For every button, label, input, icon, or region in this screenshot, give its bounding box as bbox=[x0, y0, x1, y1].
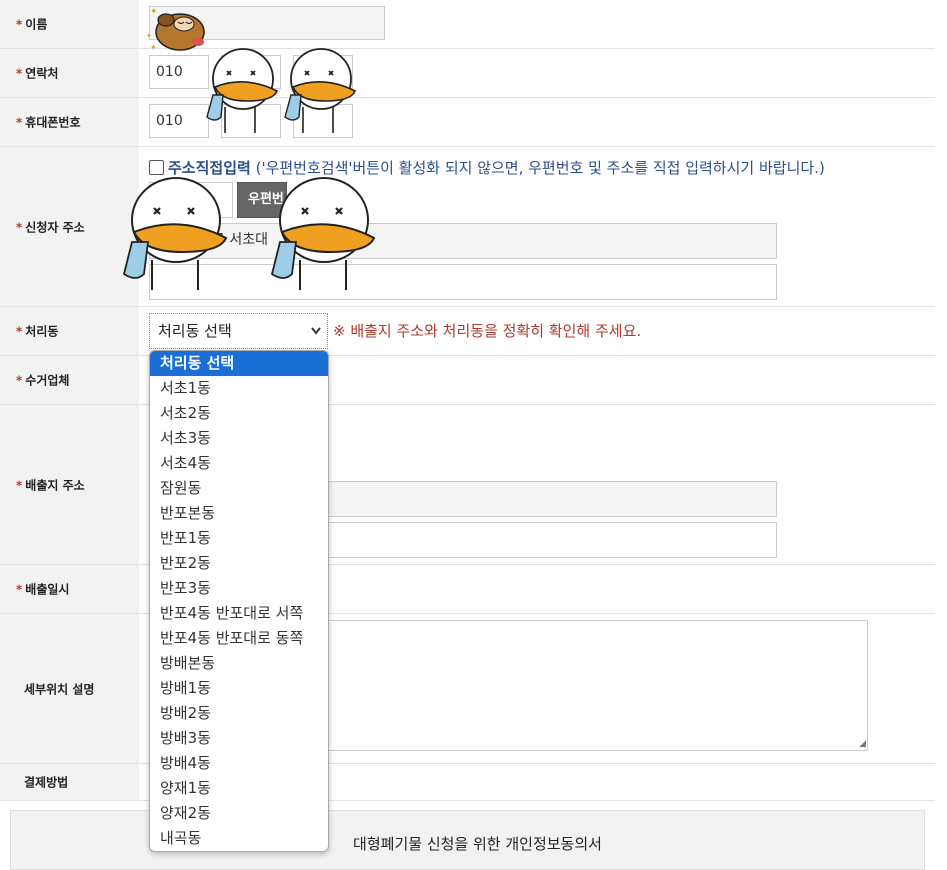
mobile-label: 휴대폰번호 bbox=[25, 115, 81, 130]
dong-option[interactable]: 처리동 선택 bbox=[150, 351, 328, 376]
applicant-address-label: 신청자 주소 bbox=[25, 220, 85, 234]
name-label-cell: * 이름 bbox=[0, 0, 139, 48]
name-row: * 이름 bbox=[0, 0, 935, 49]
collector-row: * 수거업체 bbox=[0, 356, 935, 405]
dong-option[interactable]: 양재2동 bbox=[150, 801, 328, 826]
dog-sticker: ✦ ✦ ✦ bbox=[146, 2, 212, 58]
contact-prefix-input[interactable]: 010 bbox=[149, 55, 209, 89]
svg-text:✦: ✦ bbox=[150, 7, 158, 17]
disposal-date-label: 배출일시 bbox=[25, 582, 70, 597]
contact-row: * 연락처 010 bbox=[0, 49, 935, 98]
detail-location-label: 세부위치 설명 bbox=[24, 682, 95, 696]
dong-option[interactable]: 반포1동 bbox=[150, 526, 328, 551]
consent-title: 대형폐기물 신청을 위한 개인정보동의서 bbox=[353, 835, 602, 853]
dong-option[interactable]: 내곡동 bbox=[150, 826, 328, 851]
dong-option[interactable]: 방배4동 bbox=[150, 751, 328, 776]
resize-grip-icon[interactable]: ◢ bbox=[859, 740, 866, 749]
consent-box: 대형폐기물 신청을 위한 개인정보동의서 bbox=[10, 810, 925, 870]
manual-address-option[interactable]: 주소직접입력 ('우편번호검색'버튼이 활성화 되지 않으면, 우편번호 및 주… bbox=[149, 157, 825, 178]
disposal-address-label: 배출지 주소 bbox=[25, 478, 85, 492]
duck-sticker bbox=[270, 172, 384, 298]
dong-option[interactable]: 방배본동 bbox=[150, 651, 328, 676]
dong-warning-text: ※ 배출지 주소와 처리동을 정확히 확인해 주세요. bbox=[333, 322, 642, 340]
dong-option[interactable]: 방배3동 bbox=[150, 726, 328, 751]
dong-option[interactable]: 반포4동 반포대로 동쪽 bbox=[150, 626, 328, 651]
dong-option[interactable]: 양재1동 bbox=[150, 776, 328, 801]
detail-location-textarea[interactable]: ◢ bbox=[321, 620, 868, 751]
name-label: 이름 bbox=[25, 17, 48, 32]
mobile-prefix-input[interactable]: 010 bbox=[149, 104, 209, 138]
dong-option[interactable]: 방배2동 bbox=[150, 701, 328, 726]
duck-sticker bbox=[122, 172, 236, 298]
dong-option[interactable]: 방배1동 bbox=[150, 676, 328, 701]
dong-option[interactable]: 반포2동 bbox=[150, 551, 328, 576]
duck-sticker bbox=[283, 45, 363, 141]
dong-select-value: 처리동 선택 bbox=[158, 322, 232, 340]
dong-option[interactable]: 서초2동 bbox=[150, 401, 328, 426]
dong-option[interactable]: 잠원동 bbox=[150, 476, 328, 501]
dong-label: 처리동 bbox=[25, 324, 59, 339]
dong-option[interactable]: 서초1동 bbox=[150, 376, 328, 401]
collector-label: 수거업체 bbox=[25, 373, 70, 388]
duck-sticker bbox=[205, 45, 285, 141]
dong-select[interactable]: 처리동 선택 bbox=[149, 313, 328, 349]
contact-label: 연락처 bbox=[25, 66, 59, 81]
svg-text:✦: ✦ bbox=[150, 43, 157, 52]
dong-option[interactable]: 서초3동 bbox=[150, 426, 328, 451]
payment-row: 결제방법 bbox=[0, 764, 935, 801]
mobile-row: * 휴대폰번호 010 bbox=[0, 98, 935, 147]
dong-option[interactable]: 반포3동 bbox=[150, 576, 328, 601]
payment-label: 결제방법 bbox=[24, 775, 69, 790]
dong-option[interactable]: 반포4동 반포대로 서쪽 bbox=[150, 601, 328, 626]
dong-option[interactable]: 서초4동 bbox=[150, 451, 328, 476]
svg-text:✦: ✦ bbox=[146, 32, 152, 40]
address-detail-input[interactable] bbox=[149, 264, 777, 300]
address-input[interactable]: 구 서초대 bbox=[149, 223, 777, 259]
disposal-date-row: * 배출일시 bbox=[0, 565, 935, 614]
dong-option[interactable]: 반포본동 bbox=[150, 501, 328, 526]
dong-dropdown-list[interactable]: 처리동 선택 서초1동 서초2동 서초3동 서초4동 잠원동 반포본동 반포1동 반포2동 반포3… bbox=[149, 350, 329, 852]
